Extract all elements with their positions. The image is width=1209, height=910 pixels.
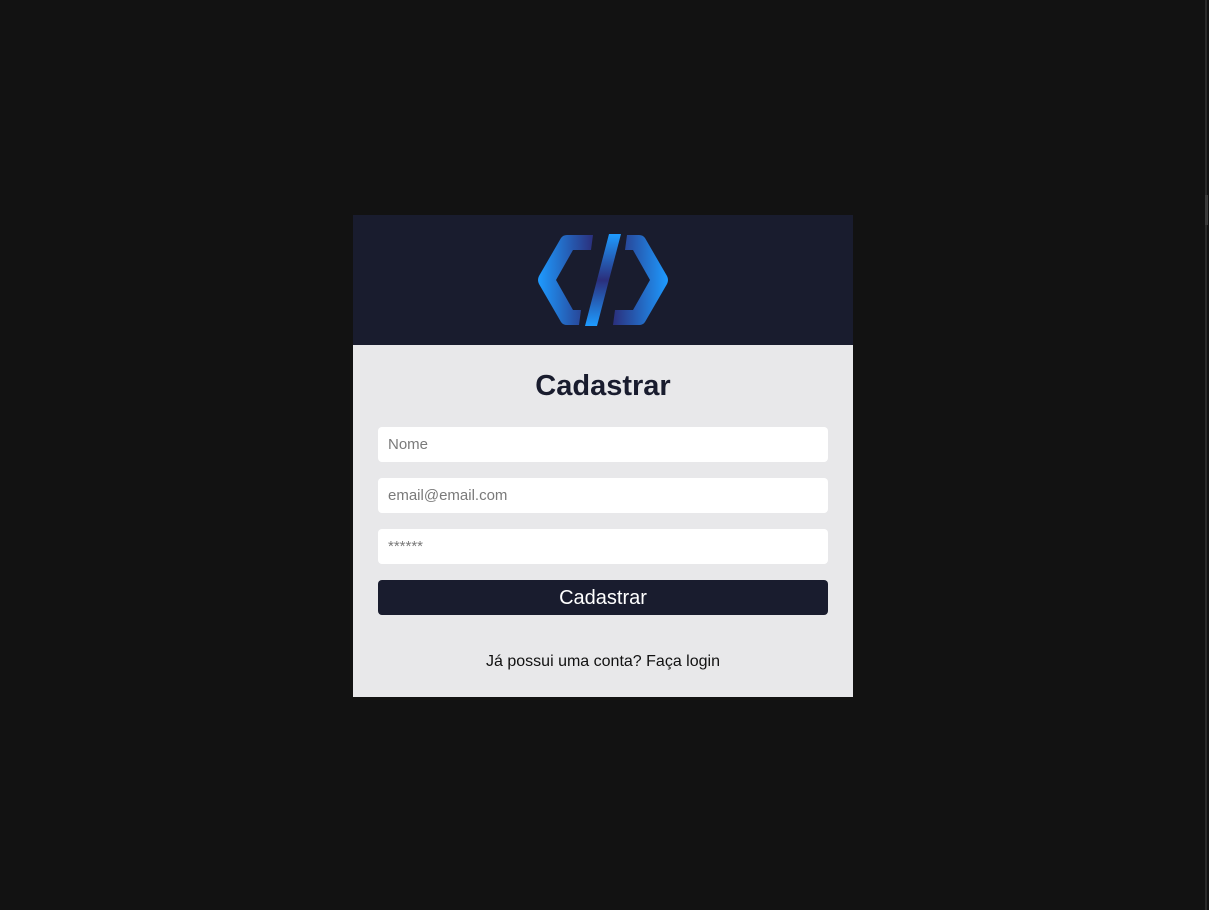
name-field[interactable]: [378, 427, 828, 462]
window-scroll-edge: [1205, 0, 1207, 910]
register-button[interactable]: Cadastrar: [378, 580, 828, 615]
email-field[interactable]: [378, 478, 828, 513]
register-card: Cadastrar Cadastrar Já possui uma conta?…: [353, 215, 853, 697]
window-scrollbar-thumb[interactable]: [1205, 195, 1208, 225]
code-brackets-logo-icon: [537, 234, 669, 326]
card-header: [353, 215, 853, 345]
page-title: Cadastrar: [535, 370, 671, 402]
register-form: Cadastrar: [353, 405, 853, 615]
login-prompt: Já possui uma conta? Faça login: [353, 653, 853, 671]
login-question: Já possui uma conta?: [486, 653, 642, 670]
password-field[interactable]: [378, 529, 828, 564]
login-link[interactable]: Faça login: [646, 653, 720, 670]
